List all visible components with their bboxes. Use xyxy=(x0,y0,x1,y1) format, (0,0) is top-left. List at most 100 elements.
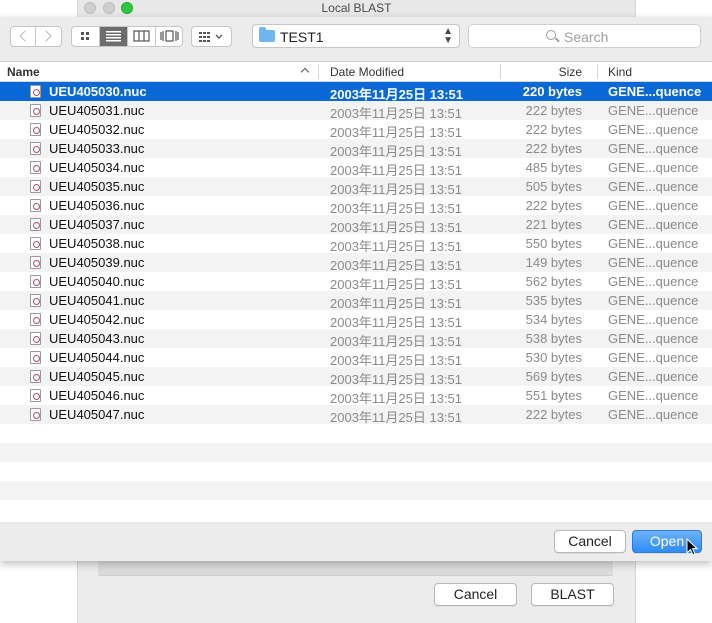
file-row[interactable]: UEU405036.nuc 2003年11月25日 13:51 222 bytes G… xyxy=(0,196,712,216)
file-name: UEU405046.nuc xyxy=(49,388,145,403)
file-kind: GENE...quence xyxy=(608,388,699,403)
file-kind: GENE...quence xyxy=(608,274,699,289)
file-row[interactable]: UEU405045.nuc 2003年11月25日 13:51 569 bytes G… xyxy=(0,367,712,387)
list-view-button[interactable] xyxy=(100,27,128,46)
file-name: UEU405034.nuc xyxy=(49,160,145,175)
forward-button[interactable] xyxy=(36,26,62,47)
column-header-kind[interactable]: Kind xyxy=(608,65,632,79)
file-name: UEU405036.nuc xyxy=(49,198,145,213)
file-size: 222 bytes xyxy=(525,103,582,118)
icon-view-button[interactable] xyxy=(72,27,100,46)
file-row[interactable]: UEU405033.nuc 2003年11月25日 13:51 222 bytes G… xyxy=(0,139,712,159)
file-kind: GENE...quence xyxy=(608,160,699,175)
file-row[interactable]: UEU405038.nuc 2003年11月25日 13:51 550 bytes G… xyxy=(0,234,712,254)
document-icon xyxy=(30,85,41,98)
file-name: UEU405033.nuc xyxy=(49,141,145,156)
file-row[interactable]: UEU405032.nuc 2003年11月25日 13:51 222 bytes G… xyxy=(0,120,712,140)
file-name: UEU405031.nuc xyxy=(49,103,145,118)
file-size: 485 bytes xyxy=(525,160,582,175)
file-row[interactable]: UEU405044.nuc 2003年11月25日 13:51 530 bytes G… xyxy=(0,348,712,368)
file-size: 569 bytes xyxy=(525,369,582,384)
file-rows: UEU405030.nuc 2003年11月25日 13:51 220 bytes G… xyxy=(0,82,712,500)
file-name: UEU405042.nuc xyxy=(49,312,145,327)
document-icon xyxy=(30,275,41,288)
document-icon xyxy=(30,142,41,155)
document-icon xyxy=(30,370,41,383)
file-kind: GENE...quence xyxy=(608,217,699,232)
empty-row xyxy=(0,481,712,500)
file-kind: GENE...quence xyxy=(608,293,699,308)
column-divider[interactable] xyxy=(597,64,598,79)
file-kind: GENE...quence xyxy=(608,331,699,346)
file-name: UEU405032.nuc xyxy=(49,122,145,137)
file-name: UEU405030.nuc xyxy=(49,84,147,99)
file-name: UEU405037.nuc xyxy=(49,217,145,232)
document-icon xyxy=(30,294,41,307)
file-size: 505 bytes xyxy=(525,179,582,194)
blast-cancel-button[interactable]: Cancel xyxy=(434,583,517,606)
file-row[interactable]: UEU405030.nuc 2003年11月25日 13:51 220 bytes G… xyxy=(0,82,712,102)
document-icon xyxy=(30,332,41,345)
empty-row xyxy=(0,443,712,462)
document-icon xyxy=(30,313,41,326)
file-size: 221 bytes xyxy=(525,217,582,232)
document-icon xyxy=(30,408,41,421)
document-icon xyxy=(30,218,41,231)
file-row[interactable]: UEU405037.nuc 2003年11月25日 13:51 221 bytes G… xyxy=(0,215,712,235)
file-row[interactable]: UEU405040.nuc 2003年11月25日 13:51 562 bytes G… xyxy=(0,272,712,292)
document-icon xyxy=(30,104,41,117)
file-size: 220 bytes xyxy=(522,84,582,99)
column-divider[interactable] xyxy=(500,64,501,79)
column-header-name[interactable]: Name xyxy=(7,65,40,79)
search-field[interactable]: Search xyxy=(468,24,701,48)
file-size: 222 bytes xyxy=(525,122,582,137)
file-row[interactable]: UEU405046.nuc 2003年11月25日 13:51 551 bytes G… xyxy=(0,386,712,406)
file-name: UEU405039.nuc xyxy=(49,255,145,270)
file-row[interactable]: UEU405047.nuc 2003年11月25日 13:51 222 bytes G… xyxy=(0,405,712,425)
column-view-button[interactable] xyxy=(128,27,156,46)
file-kind: GENE...quence xyxy=(608,122,699,137)
column-header-date[interactable]: Date Modified xyxy=(330,65,404,79)
file-kind: GENE...quence xyxy=(608,255,699,270)
file-name: UEU405047.nuc xyxy=(49,407,145,422)
location-popup[interactable]: TEST1 ▲ ▼ xyxy=(252,24,460,48)
folder-icon xyxy=(259,27,275,42)
view-mode-selector xyxy=(71,26,183,47)
column-header-size[interactable]: Size xyxy=(559,65,582,79)
file-row[interactable]: UEU405041.nuc 2003年11月25日 13:51 535 bytes G… xyxy=(0,291,712,311)
file-row[interactable]: UEU405031.nuc 2003年11月25日 13:51 222 bytes G… xyxy=(0,101,712,121)
file-size: 550 bytes xyxy=(525,236,582,251)
document-icon xyxy=(30,256,41,269)
file-row[interactable]: UEU405039.nuc 2003年11月25日 13:51 149 bytes G… xyxy=(0,253,712,273)
cancel-button[interactable]: Cancel xyxy=(554,530,626,553)
empty-row xyxy=(0,424,712,443)
file-size: 222 bytes xyxy=(525,198,582,213)
file-kind: GENE...quence xyxy=(608,312,699,327)
file-name: UEU405041.nuc xyxy=(49,293,145,308)
back-button[interactable] xyxy=(10,26,36,47)
file-row[interactable]: UEU405042.nuc 2003年11月25日 13:51 534 bytes G… xyxy=(0,310,712,330)
search-icon xyxy=(546,30,556,40)
file-name: UEU405035.nuc xyxy=(49,179,145,194)
file-kind: GENE...quence xyxy=(608,141,699,156)
coverflow-view-button[interactable] xyxy=(156,27,182,46)
file-size: 551 bytes xyxy=(525,388,582,403)
blast-button[interactable]: BLAST xyxy=(531,583,614,606)
file-kind: GENE...quence xyxy=(608,198,699,213)
arrange-button[interactable] xyxy=(191,26,232,47)
mouse-cursor-icon xyxy=(686,538,699,556)
chevron-updown-icon: ▲ ▼ xyxy=(443,26,453,46)
file-kind: GENE...quence xyxy=(608,407,699,422)
file-size: 538 bytes xyxy=(525,331,582,346)
arrange-grid-icon xyxy=(199,32,223,42)
file-size: 535 bytes xyxy=(525,293,582,308)
file-row[interactable]: UEU405035.nuc 2003年11月25日 13:51 505 bytes G… xyxy=(0,177,712,197)
open-file-sheet: TEST1 ▲ ▼ Search Name Date Modified Size … xyxy=(0,17,712,561)
file-size: 562 bytes xyxy=(525,274,582,289)
document-icon xyxy=(30,180,41,193)
file-row[interactable]: UEU405043.nuc 2003年11月25日 13:51 538 bytes G… xyxy=(0,329,712,349)
file-name: UEU405044.nuc xyxy=(49,350,145,365)
column-divider[interactable] xyxy=(318,64,319,79)
file-kind: GENE...quence xyxy=(608,179,699,194)
file-row[interactable]: UEU405034.nuc 2003年11月25日 13:51 485 bytes G… xyxy=(0,158,712,178)
